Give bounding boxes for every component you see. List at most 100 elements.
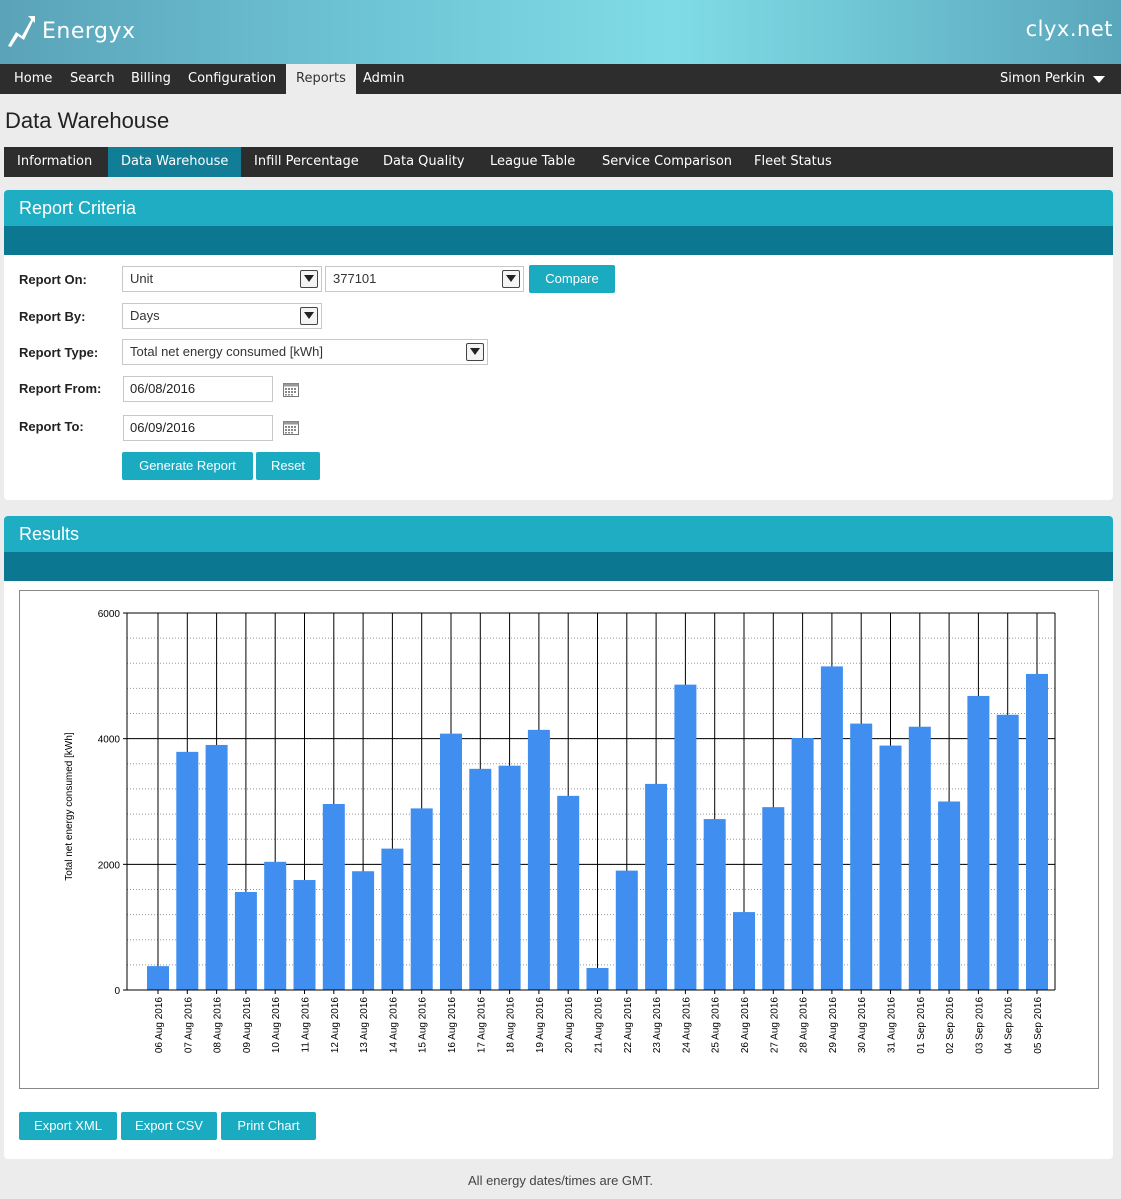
report-criteria-panel: Report Criteria Report On: Unit 377101 C… — [4, 190, 1113, 500]
bar-29-aug-2016 — [820, 666, 843, 990]
x-tick-label: 10 Aug 2016 — [271, 997, 282, 1054]
panel-bar — [4, 552, 1113, 581]
bar-20-aug-2016 — [557, 795, 580, 990]
panel-bar — [4, 226, 1113, 255]
top-nav: Home Search Billing Configuration Report… — [0, 64, 1121, 94]
x-tick-label: 20 Aug 2016 — [564, 997, 575, 1054]
report-by-select[interactable]: Days — [122, 303, 322, 329]
app-header: Energyx clyx.net — [0, 0, 1121, 64]
dropdown-arrow-icon — [300, 270, 318, 288]
bar-02-sep-2016 — [938, 801, 961, 990]
caret-down-icon — [1093, 75, 1105, 83]
bar-14-aug-2016 — [381, 848, 404, 990]
tab-fleet-status[interactable]: Fleet Status — [741, 147, 845, 177]
y-tick-label: 0 — [114, 986, 120, 997]
bar-15-aug-2016 — [410, 808, 433, 990]
x-tick-label: 26 Aug 2016 — [740, 997, 751, 1054]
export-csv-button[interactable]: Export CSV — [121, 1112, 217, 1140]
x-tick-label: 06 Aug 2016 — [154, 997, 165, 1054]
report-criteria-title: Report Criteria — [4, 190, 1113, 226]
unit-select[interactable]: 377101 — [325, 266, 524, 292]
energyx-logo-icon — [8, 16, 35, 47]
dropdown-arrow-icon — [466, 343, 484, 361]
bar-23-aug-2016 — [645, 783, 668, 990]
tab-data-quality[interactable]: Data Quality — [370, 147, 478, 177]
bar-27-aug-2016 — [762, 807, 785, 990]
nav-reports[interactable]: Reports — [286, 64, 356, 94]
dropdown-arrow-icon — [502, 270, 520, 288]
logo[interactable]: Energyx — [6, 14, 136, 48]
nav-search[interactable]: Search — [60, 64, 125, 94]
report-on-label: Report On: — [19, 272, 87, 287]
tab-league-table[interactable]: League Table — [477, 147, 588, 177]
bar-28-aug-2016 — [791, 738, 814, 990]
report-by-label: Report By: — [19, 309, 86, 324]
x-tick-label: 23 Aug 2016 — [652, 997, 663, 1054]
calendar-icon[interactable] — [283, 421, 299, 435]
export-xml-button[interactable]: Export XML — [19, 1112, 117, 1140]
bar-25-aug-2016 — [703, 819, 726, 990]
unit-value: 377101 — [333, 271, 377, 286]
bar-11-aug-2016 — [293, 880, 316, 990]
nav-billing[interactable]: Billing — [121, 64, 181, 94]
tab-service-comparison[interactable]: Service Comparison — [589, 147, 745, 177]
report-on-select[interactable]: Unit — [122, 266, 322, 292]
compare-button[interactable]: Compare — [529, 265, 615, 293]
x-tick-label: 24 Aug 2016 — [681, 997, 692, 1054]
bar-05-sep-2016 — [1026, 673, 1048, 990]
x-tick-label: 25 Aug 2016 — [711, 997, 722, 1054]
nav-configuration[interactable]: Configuration — [178, 64, 286, 94]
bar-07-aug-2016 — [176, 751, 199, 990]
user-name: Simon Perkin — [1000, 71, 1085, 86]
calendar-icon[interactable] — [283, 383, 299, 397]
x-tick-label: 07 Aug 2016 — [183, 997, 194, 1054]
nav-home[interactable]: Home — [4, 64, 62, 94]
y-axis-label: Total net energy consumed [kWh] — [64, 732, 75, 881]
tab-infill-percentage[interactable]: Infill Percentage — [241, 147, 372, 177]
bar-03-sep-2016 — [967, 695, 990, 990]
bar-17-aug-2016 — [469, 768, 492, 990]
results-title: Results — [4, 516, 1113, 552]
user-menu[interactable]: Simon Perkin — [1000, 64, 1105, 94]
print-chart-button[interactable]: Print Chart — [221, 1112, 316, 1140]
x-tick-label: 01 Sep 2016 — [916, 997, 927, 1054]
bar-18-aug-2016 — [498, 765, 521, 990]
bar-19-aug-2016 — [527, 729, 550, 990]
bar-16-aug-2016 — [440, 733, 462, 990]
bar-22-aug-2016 — [615, 870, 638, 990]
nav-admin[interactable]: Admin — [353, 64, 414, 94]
x-tick-label: 12 Aug 2016 — [330, 997, 341, 1054]
x-tick-label: 15 Aug 2016 — [418, 997, 429, 1054]
report-type-label: Report Type: — [19, 345, 99, 360]
y-tick-label: 2000 — [98, 860, 121, 871]
tab-information[interactable]: Information — [4, 147, 105, 177]
reset-button[interactable]: Reset — [256, 452, 320, 480]
results-panel: Results 0 2000 4000 6000 06 Aug 2016 07 Aug 2… — [4, 516, 1113, 1159]
brand-name: Energyx — [42, 18, 136, 44]
x-tick-label: 04 Sep 2016 — [1004, 997, 1015, 1054]
generate-report-button[interactable]: Generate Report — [122, 452, 253, 480]
bar-26-aug-2016 — [733, 912, 755, 990]
x-tick-label: 13 Aug 2016 — [359, 997, 370, 1054]
report-type-select[interactable]: Total net energy consumed [kWh] — [122, 339, 488, 365]
bar-08-aug-2016 — [205, 744, 228, 990]
x-tick-label: 17 Aug 2016 — [476, 997, 487, 1054]
x-tick-label: 02 Sep 2016 — [945, 997, 956, 1054]
x-tick-label: 31 Aug 2016 — [887, 997, 898, 1054]
report-from-label: Report From: — [19, 381, 102, 396]
bar-01-sep-2016 — [908, 726, 931, 990]
report-to-label: Report To: — [19, 419, 84, 434]
report-to-input[interactable]: 06/09/2016 — [123, 415, 273, 441]
bar-24-aug-2016 — [674, 684, 697, 990]
report-from-input[interactable]: 06/08/2016 — [123, 376, 273, 402]
x-tick-label: 11 Aug 2016 — [301, 997, 312, 1053]
x-tick-label: 09 Aug 2016 — [242, 997, 253, 1054]
tab-data-warehouse[interactable]: Data Warehouse — [108, 147, 242, 177]
x-tick-label: 30 Aug 2016 — [857, 997, 868, 1054]
site-brand: clyx.net — [1025, 17, 1113, 41]
page-title: Data Warehouse — [5, 108, 170, 133]
sub-tabs: Information Data Warehouse Infill Percen… — [4, 147, 1113, 177]
x-tick-label: 16 Aug 2016 — [447, 997, 458, 1054]
x-tick-label: 03 Sep 2016 — [974, 997, 985, 1054]
y-tick-label: 4000 — [98, 735, 121, 746]
